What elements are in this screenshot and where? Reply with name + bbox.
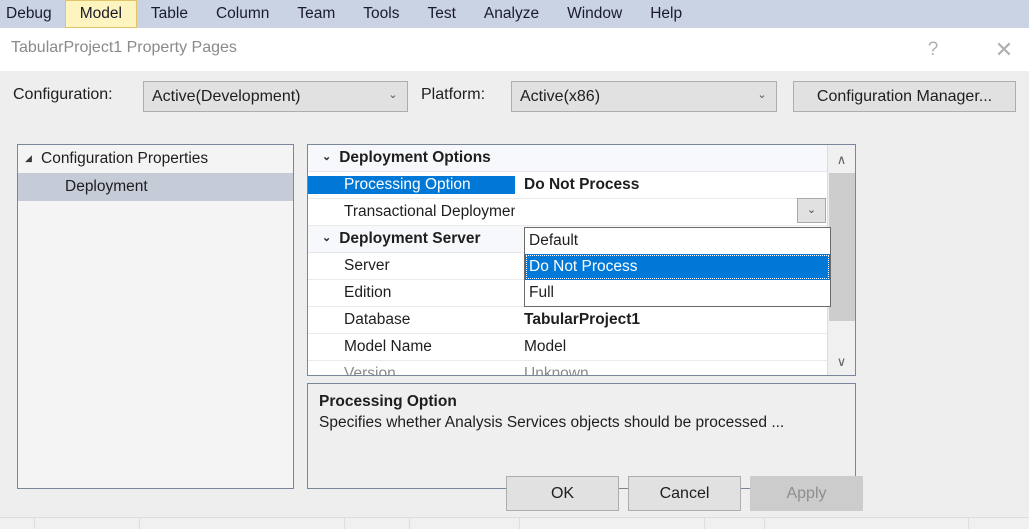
background-cell bbox=[705, 518, 765, 529]
property-row-transactional-deployment[interactable]: Transactional Deployment bbox=[308, 199, 827, 226]
ok-button[interactable]: OK bbox=[506, 476, 619, 511]
property-category-name: ⌄ Deployment Options bbox=[308, 149, 515, 167]
configuration-select-value: Active(Development) bbox=[152, 87, 301, 105]
scrollbar-thumb[interactable] bbox=[829, 173, 855, 321]
property-value[interactable]: Unknown bbox=[515, 365, 827, 375]
menu-item-test[interactable]: Test bbox=[413, 0, 469, 28]
chevron-down-icon[interactable]: ⌄ bbox=[322, 151, 331, 163]
chevron-down-icon: ⌄ bbox=[388, 89, 398, 101]
property-value[interactable]: Model bbox=[515, 338, 827, 356]
platform-select-value: Active(x86) bbox=[520, 87, 601, 105]
configuration-select[interactable]: Active(Development) ⌄ bbox=[143, 81, 408, 112]
menu-item-tools[interactable]: Tools bbox=[349, 0, 413, 28]
menu-bar: Debug Model Table Column Team Tools Test… bbox=[0, 0, 1029, 28]
property-name: Edition bbox=[344, 284, 392, 301]
background-cell bbox=[520, 518, 705, 529]
chevron-down-icon: ⌄ bbox=[757, 89, 767, 101]
property-name: Version bbox=[344, 365, 396, 376]
background-cell bbox=[410, 518, 520, 529]
dropdown-option-default[interactable]: Default bbox=[525, 228, 830, 254]
tree-item-label: Deployment bbox=[65, 178, 148, 195]
description-text: Specifies whether Analysis Services obje… bbox=[319, 414, 785, 431]
property-name: Database bbox=[344, 311, 411, 328]
property-category-deployment-options[interactable]: ⌄ Deployment Options bbox=[308, 145, 827, 172]
tree-item-configuration-properties[interactable]: ◢ Configuration Properties bbox=[18, 145, 293, 173]
menu-item-help[interactable]: Help bbox=[636, 0, 696, 28]
menu-item-window[interactable]: Window bbox=[553, 0, 636, 28]
menu-item-label: Team bbox=[297, 5, 336, 22]
background-window-strip bbox=[0, 517, 1029, 529]
background-cell bbox=[345, 518, 410, 529]
background-cell bbox=[0, 518, 35, 529]
menu-item-model[interactable]: Model bbox=[64, 0, 137, 28]
property-name: Model Name bbox=[344, 338, 432, 355]
menu-item-debug[interactable]: Debug bbox=[0, 0, 65, 28]
tree-item-deployment[interactable]: Deployment bbox=[18, 173, 293, 201]
description-pane: Processing Option Specifies whether Anal… bbox=[307, 383, 856, 489]
property-name: Server bbox=[344, 257, 390, 274]
chevron-down-icon[interactable]: ⌄ bbox=[322, 232, 331, 244]
menu-item-label: Column bbox=[215, 5, 270, 22]
scroll-up-icon[interactable]: ∧ bbox=[828, 145, 855, 173]
property-value-dropdown-button[interactable]: ⌄ bbox=[797, 198, 826, 223]
property-row-database[interactable]: Database TabularProject1 bbox=[308, 307, 827, 334]
tree-item-label: Configuration Properties bbox=[41, 150, 209, 167]
property-category-label: Deployment Server bbox=[339, 230, 481, 247]
background-cell bbox=[35, 518, 140, 529]
dropdown-option-do-not-process[interactable]: Do Not Process bbox=[525, 254, 830, 280]
property-name: Transactional Deployment bbox=[344, 203, 515, 220]
menu-item-label: Debug bbox=[6, 5, 52, 22]
configuration-row: Configuration: Active(Development) ⌄ Pla… bbox=[0, 71, 1029, 124]
property-row-version[interactable]: Version Unknown bbox=[308, 361, 827, 376]
menu-item-label: Analyze bbox=[483, 5, 540, 22]
description-title: Processing Option bbox=[319, 393, 457, 410]
dialog-title: TabularProject1 Property Pages bbox=[11, 39, 237, 56]
background-cell bbox=[140, 518, 345, 529]
menu-item-label: Model bbox=[79, 5, 122, 22]
property-row-model-name[interactable]: Model Name Model bbox=[308, 334, 827, 361]
background-cell bbox=[765, 518, 969, 529]
expander-collapse-icon[interactable]: ◢ bbox=[25, 153, 41, 163]
dropdown-option-full[interactable]: Full bbox=[525, 280, 830, 306]
menu-item-table[interactable]: Table bbox=[137, 0, 202, 28]
menu-item-team[interactable]: Team bbox=[283, 0, 349, 28]
menu-item-label: Test bbox=[427, 5, 456, 22]
menu-item-label: Window bbox=[567, 5, 623, 22]
apply-button: Apply bbox=[750, 476, 863, 511]
platform-label: Platform: bbox=[421, 86, 486, 103]
property-category-name: ⌄ Deployment Server bbox=[308, 230, 515, 248]
property-value[interactable]: TabularProject1 bbox=[515, 311, 827, 329]
processing-option-dropdown-list[interactable]: Default Do Not Process Full bbox=[524, 227, 831, 307]
property-value[interactable]: Do Not Process bbox=[515, 176, 827, 194]
menu-item-label: Tools bbox=[363, 5, 400, 22]
property-grid-scrollbar[interactable]: ∧ ∨ bbox=[827, 145, 855, 375]
property-name: Processing Option bbox=[308, 176, 515, 194]
dialog-title-bar: TabularProject1 Property Pages ? ✕ bbox=[0, 28, 1029, 71]
property-row-processing-option[interactable]: Processing Option Do Not Process bbox=[308, 172, 827, 199]
cancel-button[interactable]: Cancel bbox=[628, 476, 741, 511]
property-pages-dialog: TabularProject1 Property Pages ? ✕ Confi… bbox=[0, 28, 1029, 517]
configuration-label: Configuration: bbox=[13, 86, 113, 103]
menu-item-column[interactable]: Column bbox=[202, 0, 283, 28]
platform-select[interactable]: Active(x86) ⌄ bbox=[511, 81, 777, 112]
menu-item-label: Help bbox=[650, 5, 683, 22]
scroll-down-icon[interactable]: ∨ bbox=[828, 347, 855, 375]
property-category-label: Deployment Options bbox=[339, 149, 491, 166]
close-icon[interactable]: ✕ bbox=[981, 28, 1027, 71]
configuration-manager-button[interactable]: Configuration Manager... bbox=[793, 81, 1016, 112]
menu-item-label: Table bbox=[150, 5, 188, 22]
help-icon[interactable]: ? bbox=[910, 28, 956, 71]
menu-item-analyze[interactable]: Analyze bbox=[470, 0, 553, 28]
configuration-properties-tree: ◢ Configuration Properties Deployment bbox=[17, 144, 294, 489]
